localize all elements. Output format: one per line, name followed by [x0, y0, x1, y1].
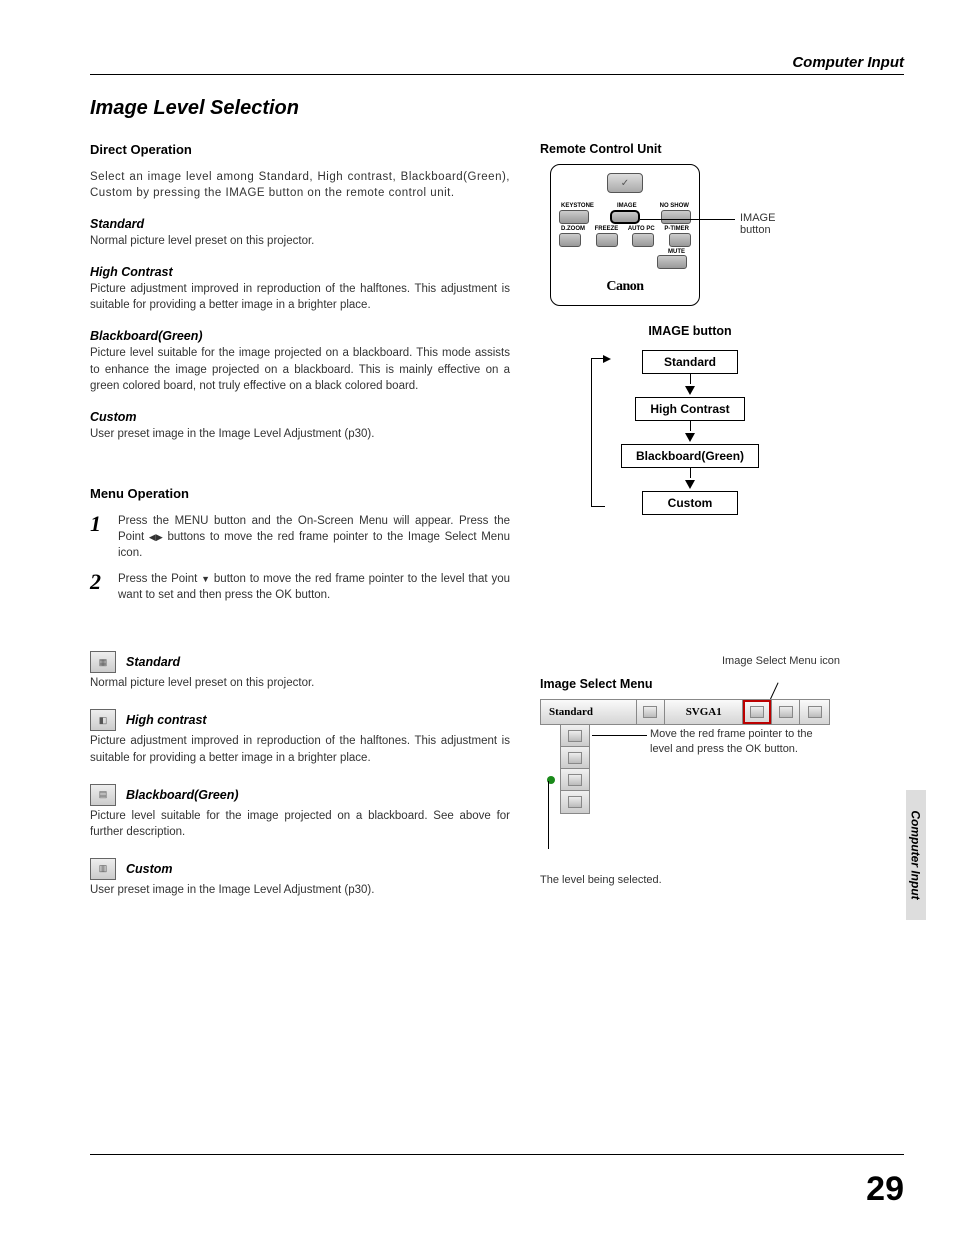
mode-standard-title: Standard	[90, 217, 510, 231]
level-selected-note: The level being selected.	[540, 874, 830, 886]
menu-callout-text: Move the red frame pointer to the level …	[650, 727, 820, 757]
step-1: 1 Press the MENU button and the On-Scree…	[90, 513, 510, 561]
menu-operation-heading: Menu Operation	[90, 486, 510, 501]
side-tab-text: Computer Input	[909, 810, 923, 899]
menu-side-highcontrast[interactable]	[561, 747, 589, 769]
mode-custom-title: Custom	[90, 410, 510, 424]
remote-btn-image[interactable]	[610, 210, 640, 224]
remote-label-freeze: FREEZE	[595, 226, 619, 232]
image-select-menu-screenshot: Standard SVGA1 Move the red frame pointe…	[540, 699, 830, 886]
step-1-text-b: buttons to move the red frame pointer to…	[118, 531, 510, 559]
bottom-rule	[90, 1154, 904, 1155]
arrow-down-icon	[685, 433, 695, 442]
remote-label-autopc: AUTO PC	[628, 226, 655, 232]
high-contrast-icon: ◧	[90, 709, 116, 731]
remote-body: ✓ KEYSTONE IMAGE NO SHOW D.ZOOM FREEZE	[550, 164, 700, 306]
icon-standard-desc: Normal picture level preset on this proj…	[90, 675, 510, 691]
icon-highcontrast-desc: Picture adjustment improved in reproduct…	[90, 733, 510, 765]
menubar-icon-3[interactable]	[772, 700, 801, 724]
top-rule	[90, 74, 904, 75]
cycle-highcontrast: High Contrast	[635, 397, 744, 421]
cycle-standard: Standard	[642, 350, 738, 374]
cycle-loop-line	[591, 358, 605, 507]
custom-icon: ▥	[90, 858, 116, 880]
cycle-title: IMAGE button	[540, 324, 840, 338]
remote-top-button[interactable]: ✓	[607, 173, 643, 193]
image-select-icon-label: Image Select Menu icon	[540, 655, 840, 667]
side-tab: Computer Input	[906, 790, 926, 920]
cycle-blackboard: Blackboard(Green)	[621, 444, 759, 468]
remote-label-keystone: KEYSTONE	[561, 203, 594, 209]
cycle-custom: Custom	[642, 491, 738, 515]
arrow-down-icon	[685, 386, 695, 395]
step-2: 2 Press the Point ▼ button to move the r…	[90, 571, 510, 603]
arrow-down-icon	[685, 480, 695, 489]
step-2-text: Press the Point ▼ button to move the red…	[118, 571, 510, 603]
remote-row1-labels: KEYSTONE IMAGE NO SHOW	[559, 203, 691, 210]
direct-operation-heading: Direct Operation	[90, 142, 510, 157]
image-callout-line	[640, 219, 735, 220]
menu-side-blackboard[interactable]	[561, 769, 589, 791]
icon-blackboard-title: Blackboard(Green)	[126, 788, 239, 802]
remote-title: Remote Control Unit	[540, 142, 840, 156]
menubar-standard[interactable]: Standard	[541, 700, 637, 724]
standard-icon: ▦	[90, 651, 116, 673]
remote-btn-dzoom[interactable]	[559, 233, 581, 247]
image-select-title: Image Select Menu	[540, 677, 840, 691]
image-callout-text: IMAGE button	[740, 212, 775, 236]
remote-btn-freeze[interactable]	[596, 233, 618, 247]
remote-btn-mute[interactable]	[657, 255, 687, 269]
menu-side-standard[interactable]	[561, 725, 589, 747]
icon-custom-title: Custom	[126, 862, 173, 876]
remote-btn-keystone[interactable]	[559, 210, 589, 224]
icon-custom-desc: User preset image in the Image Level Adj…	[90, 882, 510, 898]
direct-intro: Select an image level among Standard, Hi…	[90, 169, 510, 201]
menu-callout-line	[592, 735, 647, 736]
icon-highcontrast-title: High contrast	[126, 713, 207, 727]
icon-standard-title: Standard	[126, 655, 180, 669]
point-left-right-icon: ◀▶	[149, 531, 163, 544]
point-down-icon: ▼	[201, 573, 210, 586]
step-1-num: 1	[90, 513, 106, 561]
menu-side-custom[interactable]	[561, 791, 589, 813]
menubar-svga[interactable]: SVGA1	[665, 700, 743, 724]
mode-blackboard-title: Blackboard(Green)	[90, 329, 510, 343]
header-section: Computer Input	[792, 54, 904, 71]
mode-blackboard-desc: Picture level suitable for the image pro…	[90, 345, 510, 393]
step-2-text-a: Press the Point	[118, 573, 201, 585]
mode-standard-desc: Normal picture level preset on this proj…	[90, 233, 510, 249]
step-2-num: 2	[90, 571, 106, 603]
remote-btn-ptimer[interactable]	[669, 233, 691, 247]
mode-custom-desc: User preset image in the Image Level Adj…	[90, 426, 510, 442]
mode-highcontrast-desc: Picture adjustment improved in reproduct…	[90, 281, 510, 313]
mode-highcontrast-title: High Contrast	[90, 265, 510, 279]
icon-blackboard-desc: Picture level suitable for the image pro…	[90, 808, 510, 840]
page-number: 29	[866, 1170, 904, 1209]
menu-bar: Standard SVGA1	[540, 699, 830, 725]
page-title: Image Level Selection	[90, 97, 904, 120]
step-1-text: Press the MENU button and the On-Screen …	[118, 513, 510, 561]
selected-pointer-line	[548, 781, 549, 849]
remote-label-mute: MUTE	[559, 249, 691, 255]
remote-row2-labels: D.ZOOM FREEZE AUTO PC P-TIMER	[559, 226, 691, 233]
remote-label-image: IMAGE	[617, 203, 637, 209]
menubar-icon-1[interactable]	[637, 700, 666, 724]
menu-side-list	[560, 725, 590, 814]
canon-logo: Canon	[559, 279, 691, 295]
menubar-icon-4[interactable]	[800, 700, 829, 724]
remote-btn-autopc[interactable]	[632, 233, 654, 247]
blackboard-icon: ▤	[90, 784, 116, 806]
remote-btn-noshow[interactable]	[661, 210, 691, 224]
menubar-image-select-icon[interactable]	[743, 700, 772, 724]
remote-label-dzoom: D.ZOOM	[561, 226, 585, 232]
cycle-diagram: Standard High Contrast Blackboard(Green)…	[605, 350, 775, 515]
remote-label-noshow: NO SHOW	[660, 203, 689, 209]
remote-label-ptimer: P-TIMER	[664, 226, 689, 232]
